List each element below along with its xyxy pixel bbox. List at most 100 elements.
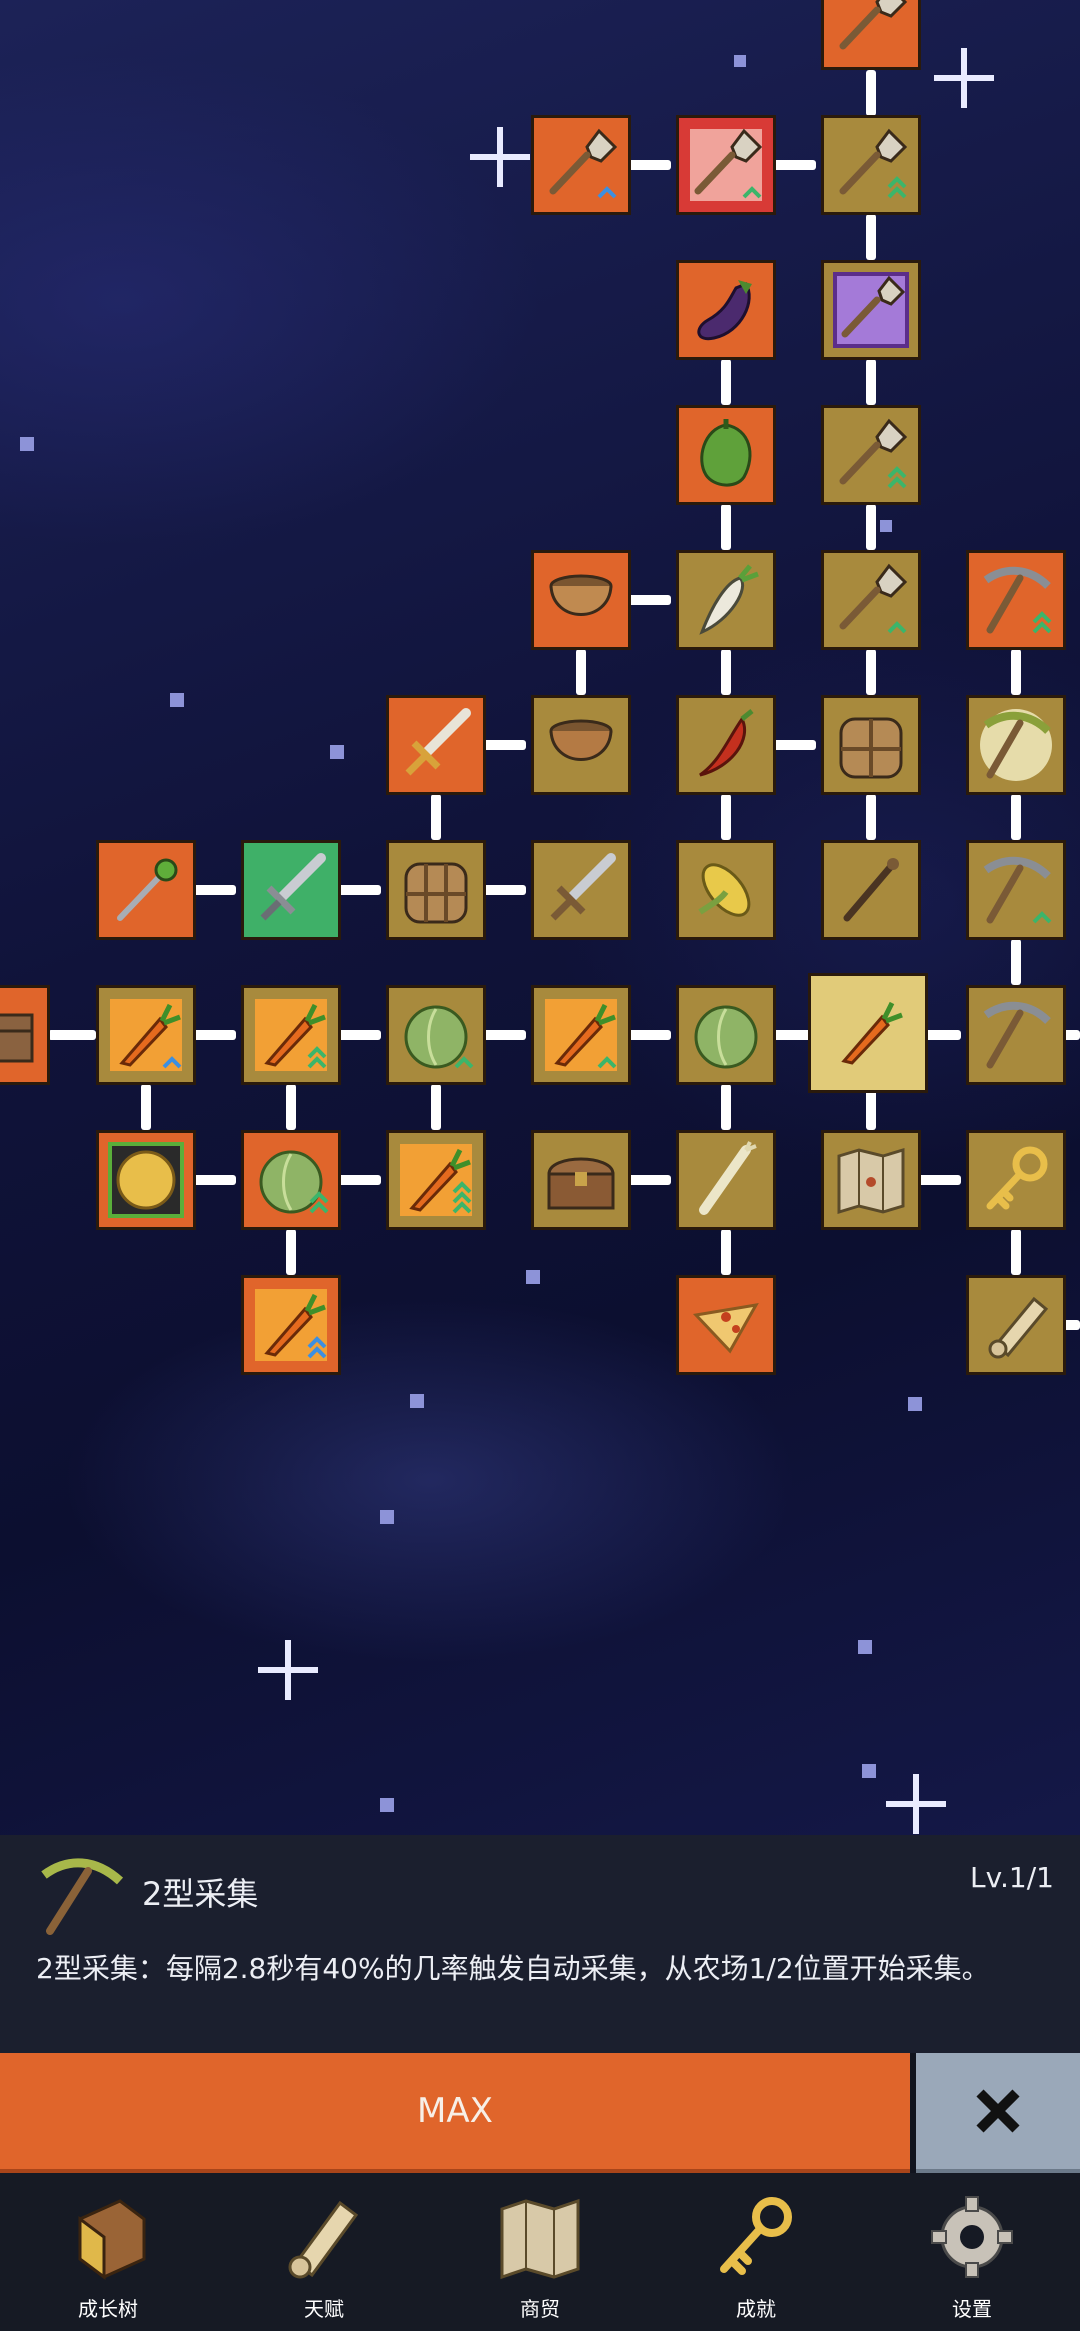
bowl-icon [549, 574, 613, 616]
skill-node-carrot-selected[interactable] [808, 973, 928, 1093]
skill-node-pickaxe[interactable] [966, 985, 1066, 1085]
map-icon [837, 1147, 905, 1215]
tree-connector [625, 1030, 671, 1040]
tree-connector [1011, 939, 1021, 985]
nav-label: 设置 [952, 2297, 992, 2321]
skill-node-leek[interactable] [676, 1130, 776, 1230]
cabbage-icon [694, 1005, 758, 1069]
tree-connector [866, 504, 876, 550]
skill-node-pizza[interactable] [676, 1275, 776, 1375]
skill-node-sword[interactable] [386, 695, 486, 795]
map-icon [500, 2198, 580, 2280]
skill-node-backpack[interactable] [386, 840, 486, 940]
skill-node-pickaxe-current[interactable] [966, 695, 1066, 795]
skill-node-scroll[interactable] [966, 1275, 1066, 1375]
skill-node-radish[interactable] [676, 550, 776, 650]
tree-connector [866, 70, 876, 116]
tree-connector [190, 1030, 236, 1040]
pickaxe-icon [980, 709, 1052, 781]
carrot-icon [110, 999, 182, 1071]
backpack-icon [839, 717, 903, 779]
skill-node-corn[interactable] [676, 840, 776, 940]
skill-node-staff[interactable] [821, 840, 921, 940]
close-x-icon [976, 2089, 1020, 2133]
skill-node-map[interactable] [821, 1130, 921, 1230]
skill-node-carrot[interactable] [241, 1275, 341, 1375]
skill-node-pickaxe[interactable] [966, 840, 1066, 940]
tree-connector [335, 885, 381, 895]
nav-achievement[interactable]: 成就 [686, 2189, 826, 2329]
skill-node-coin[interactable] [96, 1130, 196, 1230]
skill-node-pickaxe[interactable] [966, 550, 1066, 650]
nav-growth-tree[interactable]: 成长树 [38, 2189, 178, 2329]
pizza-icon [692, 1303, 759, 1354]
chest-icon [0, 1013, 34, 1063]
nav-label: 成长树 [78, 2297, 138, 2321]
skill-node-shovel[interactable] [531, 115, 631, 215]
skill-node-chili[interactable] [676, 695, 776, 795]
skill-node-sword[interactable] [531, 840, 631, 940]
tree-connector [335, 1030, 381, 1040]
tree-connector [480, 885, 526, 895]
skill-node-bowl[interactable] [531, 695, 631, 795]
radish-icon [699, 564, 759, 635]
nav-label: 天赋 [304, 2297, 344, 2321]
radish-icon [699, 1141, 757, 1215]
skill-node-chest-edge[interactable] [0, 985, 50, 1085]
shovel-purple-icon [833, 272, 909, 348]
tree-connector [48, 1030, 96, 1040]
close-button[interactable] [916, 2053, 1080, 2173]
tree-connector [190, 1175, 236, 1185]
skill-node-cabbage[interactable] [386, 985, 486, 1085]
skill-node-staff[interactable] [96, 840, 196, 940]
skill-node-carrot[interactable] [531, 985, 631, 1085]
nav-trade[interactable]: 商贸 [470, 2189, 610, 2329]
tree-connector [625, 160, 671, 170]
skill-node-chest[interactable] [531, 1130, 631, 1230]
skill-node-key[interactable] [966, 1130, 1066, 1230]
skill-node-backpack[interactable] [821, 695, 921, 795]
tree-connector [915, 1175, 961, 1185]
skill-node-shovel[interactable] [821, 550, 921, 650]
growth-tree [0, 0, 1080, 1835]
nav-settings[interactable]: 设置 [902, 2189, 1042, 2329]
tree-connector [721, 649, 731, 695]
sword-icon [405, 708, 471, 776]
tree-connector [721, 1229, 731, 1275]
skill-node-carrot[interactable] [386, 1130, 486, 1230]
corn-icon [698, 863, 751, 917]
skill-node-shovel[interactable] [821, 0, 921, 70]
pickaxe-icon [41, 1858, 124, 1935]
skill-node-shovel-special[interactable] [676, 115, 776, 215]
tree-connector [480, 1030, 526, 1040]
tree-connector [480, 740, 526, 750]
skill-node-cabbage[interactable] [676, 985, 776, 1085]
skill-node-shovel[interactable] [821, 115, 921, 215]
nav-talent[interactable]: 天赋 [254, 2189, 394, 2329]
nav-label: 商贸 [520, 2297, 560, 2321]
tree-connector [770, 740, 816, 750]
carrot-icon [255, 999, 327, 1071]
key-icon [986, 1146, 1048, 1210]
chili-icon [699, 709, 754, 777]
skill-node-purple-shovel[interactable] [821, 260, 921, 360]
skill-node-bowl[interactable] [531, 550, 631, 650]
skill-node-shovel[interactable] [821, 405, 921, 505]
tree-connector [625, 595, 671, 605]
skill-node-pepper[interactable] [676, 405, 776, 505]
carrot-icon [545, 999, 617, 1071]
bowl-icon [549, 719, 613, 761]
skill-node-cabbage[interactable] [241, 1130, 341, 1230]
nav-label: 成就 [736, 2297, 776, 2321]
pickaxe-icon [983, 566, 1052, 634]
skill-node-sword-green[interactable] [241, 840, 341, 940]
skill-node-eggplant[interactable] [676, 260, 776, 360]
skill-description: 2型采集：每隔2.8秒有40%的几率触发自动采集，从农场1/2位置开始采集。 [36, 1952, 990, 1985]
skill-node-carrot[interactable] [241, 985, 341, 1085]
shovel-icon [690, 128, 763, 201]
tree-connector [625, 1175, 671, 1185]
tree-connector [335, 1175, 381, 1185]
max-button[interactable]: MAX [0, 2053, 910, 2173]
skill-node-carrot[interactable] [96, 985, 196, 1085]
tree-connector [721, 794, 731, 840]
